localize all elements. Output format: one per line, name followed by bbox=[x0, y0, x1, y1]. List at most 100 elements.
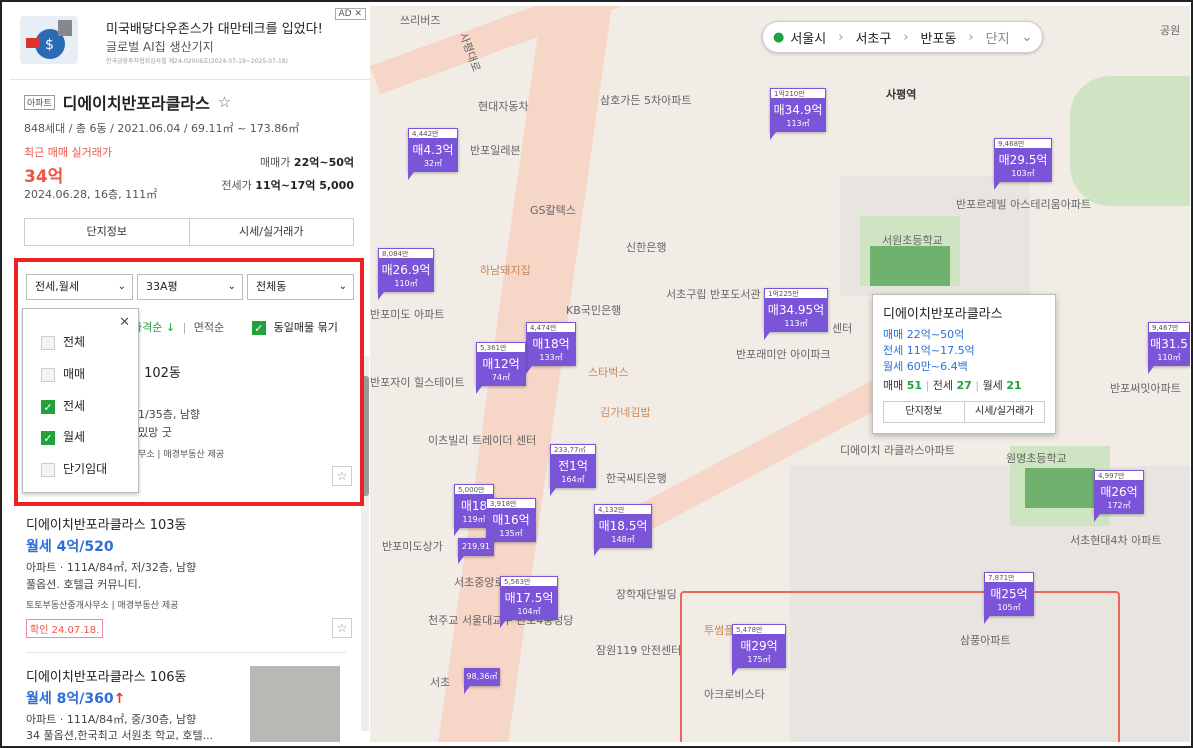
listing-marker[interactable]: 3,918만 매16억 135㎡ bbox=[486, 498, 536, 550]
count-label: 매매 bbox=[883, 379, 904, 392]
listing-thumbnail[interactable] bbox=[250, 666, 340, 742]
breadcrumb-dong[interactable]: 반포동 bbox=[921, 28, 957, 47]
popup-sale: 매매 22억~50억 bbox=[883, 328, 965, 341]
poi-label: 디에이치 라클라스아파트 bbox=[840, 444, 955, 457]
recent-trade-price: 34억 bbox=[24, 167, 64, 187]
poi-label: 아크로비스타 bbox=[704, 688, 765, 701]
marker-count: 4,132만 bbox=[594, 504, 652, 515]
area-tag-marker[interactable]: 98,36㎡ bbox=[464, 668, 500, 694]
marker-price: 매26억 bbox=[1100, 485, 1138, 499]
price-history-button[interactable]: 시세/실거래가 bbox=[188, 219, 354, 245]
marker-price: 매4.3억 bbox=[412, 143, 454, 157]
marker-count: 5,563만 bbox=[500, 576, 558, 587]
popup-info-button[interactable]: 단지정보 bbox=[884, 402, 964, 422]
poi-label: 현대자동차 bbox=[478, 100, 529, 113]
road-label: 서초중앙로 bbox=[454, 576, 505, 589]
chevron-down-icon: ⌄ bbox=[1021, 29, 1033, 45]
listing-marker[interactable]: 233,77㎡ 전1억 164㎡ bbox=[550, 444, 596, 496]
jeonse-label: 전세가 bbox=[221, 179, 252, 192]
complex-header: 아파트 디에이치반포라클라스 ☆ 848세대 / 총 6동 / 2021.06.… bbox=[24, 90, 364, 136]
complex-info-button[interactable]: 단지정보 bbox=[25, 219, 189, 245]
station-label[interactable]: 사평역 bbox=[886, 86, 916, 102]
breadcrumb-city[interactable]: 서울시 bbox=[790, 28, 826, 47]
marker-count: 5,361만 bbox=[476, 342, 526, 353]
marker-area: 104㎡ bbox=[517, 607, 541, 616]
listing-marker[interactable]: 5,361만 매12억 74㎡ bbox=[476, 342, 526, 394]
listing-marker[interactable]: 7,871만 매25억 105㎡ bbox=[984, 572, 1034, 624]
listing-title[interactable]: 디에이치반포라클라스 103동 bbox=[26, 514, 187, 533]
listing-marker[interactable]: 8,084만 매26.9억 110㎡ bbox=[378, 248, 434, 300]
poi-label: 반포미도 아파트 bbox=[370, 308, 445, 321]
favorite-star-icon[interactable]: ☆ bbox=[218, 93, 231, 111]
left-panel: $ 미국배당다우존스가 대만테크를 입었다! 글로벌 AI칩 생산기지 한국금융… bbox=[10, 6, 370, 742]
marker-count: 9,467만 bbox=[1148, 322, 1190, 333]
poi-label: 장학재단빌딩 bbox=[616, 588, 677, 601]
marker-count: 1억225만 bbox=[764, 288, 828, 299]
breadcrumb-gu[interactable]: 서초구 bbox=[855, 28, 891, 47]
marker-price: 매26.9억 bbox=[381, 263, 431, 277]
count-value: 21 bbox=[1006, 379, 1022, 392]
poi-label: 서초구립 반포도서관 bbox=[666, 288, 761, 301]
listing-source: 토토부동산중개사무소 | 매경부동산 제공 bbox=[26, 601, 179, 611]
listing-marker[interactable]: 9,468만 매29.5억 103㎡ bbox=[994, 138, 1052, 190]
marker-area: 32㎡ bbox=[423, 159, 443, 168]
popup-price-button[interactable]: 시세/실거래가 bbox=[963, 402, 1045, 422]
favorite-star-icon[interactable]: ☆ bbox=[332, 618, 352, 638]
poi-label: 김가네김밥 bbox=[600, 406, 651, 419]
sale-range: 22억~50억 bbox=[293, 156, 354, 169]
map-view[interactable]: 쓰리버즈 사평대로 사평역 현대자동차 삼호가든 5차아파트 반포일레븐 GS칼… bbox=[370, 6, 1190, 742]
listing-title[interactable]: 디에이치반포라클라스 106동 bbox=[26, 666, 187, 685]
breadcrumb: ● 서울시 › 서초구 › 반포동 › 단지 ⌄ bbox=[762, 21, 1044, 53]
school-field bbox=[870, 246, 950, 286]
listing-marker[interactable]: 4,442만매4.3억 32㎡ bbox=[408, 128, 458, 180]
listing-price-text: 월세 8억/360 bbox=[26, 691, 114, 707]
highlight-box bbox=[14, 258, 364, 506]
popup-buttons: 단지정보 시세/실거래가 bbox=[883, 401, 1045, 423]
marker-price: 매29.5억 bbox=[998, 153, 1048, 167]
count-label: 전세 bbox=[932, 379, 954, 392]
complex-meta: 848세대 / 총 6동 / 2021.06.04 / 69.11㎡ ~ 173… bbox=[24, 122, 300, 135]
marker-price: 전1억 bbox=[558, 459, 588, 473]
marker-count: 233,77㎡ bbox=[550, 444, 596, 455]
popup-counts: 매매 51 | 전세 27 | 월세 21 bbox=[883, 377, 1045, 393]
marker-count: 5,478만 bbox=[732, 624, 786, 635]
poi-label: 한국씨티은행 bbox=[606, 472, 667, 485]
listing-desc: 풀옵션. 호텔급 커뮤니티. bbox=[26, 578, 142, 591]
marker-area: 113㎡ bbox=[786, 119, 810, 128]
ad-close-button[interactable]: AD ✕ bbox=[334, 8, 366, 20]
marker-count: 9,468만 bbox=[994, 138, 1052, 149]
listing-marker[interactable]: 4,997만 매26억 172㎡ bbox=[1094, 470, 1144, 522]
marker-count: 4,997만 bbox=[1094, 470, 1144, 481]
area-tag-marker[interactable]: 219,91 bbox=[458, 538, 494, 564]
marker-count: 4,442만 bbox=[408, 128, 458, 139]
poi-label: 반포일레븐 bbox=[470, 144, 521, 157]
poi-label: 하남돼지집 bbox=[480, 264, 531, 277]
poi-label: 쓰리버즈 bbox=[400, 14, 441, 27]
listing-marker[interactable]: 4,132만 매18.5억 148㎡ bbox=[594, 504, 652, 556]
ad-banner[interactable]: $ 미국배당다우존스가 대만테크를 입었다! 글로벌 AI칩 생산기지 한국금융… bbox=[10, 6, 370, 80]
listing-marker[interactable]: 5,478만 매29억 175㎡ bbox=[732, 624, 786, 676]
listing-marker[interactable]: 1억225만 매34.95억 113㎡ bbox=[764, 288, 828, 340]
popup-title[interactable]: 디에이치반포라클라스 bbox=[883, 303, 1045, 322]
marker-price: 매31.5 bbox=[1150, 337, 1188, 351]
marker-price: 매12억 bbox=[482, 357, 520, 371]
count-value: 27 bbox=[956, 379, 972, 392]
breadcrumb-type[interactable]: 단지 bbox=[986, 28, 1010, 47]
listing-marker[interactable]: 4,474만 매18억 133㎡ bbox=[526, 322, 576, 374]
listing-price: 월세 4억/520 bbox=[26, 539, 114, 555]
sale-price-range: 매매가 22억~50억 bbox=[260, 154, 354, 170]
listing-marker[interactable]: 5,563만 매17.5억 104㎡ bbox=[500, 576, 558, 628]
chevron-right-icon: › bbox=[838, 29, 844, 45]
marker-price: 매25억 bbox=[990, 587, 1028, 601]
price-up-icon: ↑ bbox=[113, 691, 126, 707]
listing-marker[interactable]: 1억210만 매34.9억 113㎡ bbox=[770, 88, 826, 140]
listing-marker[interactable]: 9,467만 매31.5 110㎡ bbox=[1148, 322, 1190, 374]
poi-label: GS칼텍스 bbox=[530, 204, 576, 217]
poi-label: 센터 bbox=[832, 322, 853, 335]
svg-text:$: $ bbox=[45, 37, 54, 53]
recent-trade-date: 2024.06.28, 16층, 111㎡ bbox=[24, 188, 158, 201]
marker-area: 113㎡ bbox=[784, 319, 808, 328]
marker-area: 105㎡ bbox=[997, 603, 1021, 612]
ad-subline: 글로벌 AI칩 생산기지 bbox=[106, 40, 214, 54]
listing-meta: 아파트 · 111A/84㎡, 중/30층, 남향 bbox=[26, 713, 197, 726]
